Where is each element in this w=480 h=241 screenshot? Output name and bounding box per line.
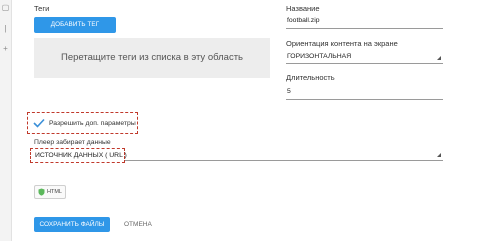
- duration-input[interactable]: 5: [287, 88, 291, 95]
- name-underline: [286, 28, 443, 29]
- cancel-button[interactable]: ОТМЕНА: [124, 217, 152, 232]
- checkmark-icon[interactable]: [33, 118, 45, 128]
- orientation-dropdown-icon[interactable]: [437, 56, 441, 60]
- page-icon[interactable]: ▢: [0, 3, 11, 13]
- name-input[interactable]: football.zip: [287, 17, 320, 24]
- orientation-label: Ориентация контента на экране: [286, 39, 398, 48]
- duration-underline: [286, 99, 443, 100]
- data-source-dropdown-icon[interactable]: [437, 153, 441, 157]
- tags-label: Теги: [34, 4, 50, 13]
- html-button-label: HTML: [47, 189, 62, 195]
- allow-params-label[interactable]: Разрешить доп. параметры: [49, 120, 136, 127]
- data-source-label: Плеер забирает данные: [34, 139, 111, 146]
- data-source-select[interactable]: ИСТОЧНИК ДАННЫХ ( URL ): [35, 152, 127, 159]
- html-button[interactable]: HTML: [34, 185, 66, 199]
- add-icon[interactable]: +: [0, 44, 11, 54]
- data-source-underline: [125, 160, 443, 161]
- name-label: Название: [286, 4, 320, 13]
- left-rail: ▢ | +: [0, 0, 12, 241]
- shield-icon: [38, 188, 45, 196]
- tag-drop-zone[interactable]: Перетащите теги из списка в эту область: [34, 38, 270, 78]
- duration-label: Длительность: [286, 73, 335, 82]
- orientation-underline: [286, 63, 443, 64]
- save-files-button[interactable]: СОХРАНИТЬ ФАЙЛЫ: [34, 217, 110, 232]
- orientation-select[interactable]: ГОРИЗОНТАЛЬНАЯ: [287, 53, 351, 60]
- list-icon[interactable]: |: [0, 24, 11, 34]
- add-tag-button[interactable]: ДОБАВИТЬ ТЕГ: [34, 17, 116, 33]
